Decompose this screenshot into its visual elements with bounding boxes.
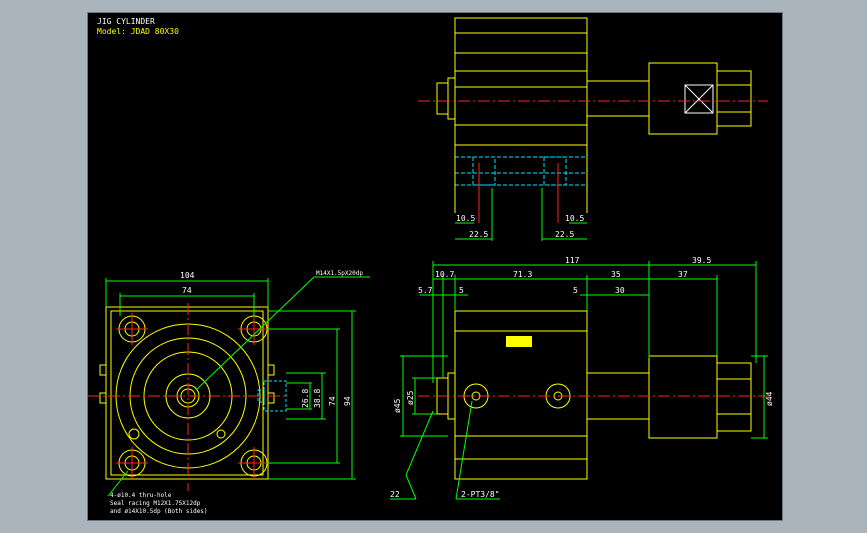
side-dim-5a: 5 [459, 286, 464, 295]
side-dim-22: 22 [390, 490, 400, 499]
top-dim-left-a: 10.5 [456, 214, 475, 223]
drawing-title: JIG CYLINDER [97, 17, 155, 26]
front-dim-height: 94 [343, 396, 352, 406]
top-nut [716, 70, 752, 127]
side-dim-bore: ø45 [393, 398, 402, 413]
top-dim-right-a: 10.5 [565, 214, 584, 223]
side-dim-overall: 117 [565, 256, 580, 265]
side-nameplate [506, 336, 532, 347]
cad-drawing: JIG CYLINDER Model: JDAD 80X30 10.5 10.5… [88, 17, 774, 515]
title-block: JIG CYLINDER Model: JDAD 80X30 [97, 17, 179, 36]
front-callout-holes-1: 4-ø10.4 thru-hole [110, 492, 172, 499]
front-callout-holes-3: and ø14X10.5dp (Both sides) [110, 508, 208, 515]
top-dim-left-b: 22.5 [469, 230, 488, 239]
model-label: Model: JDAD 80X30 [97, 27, 179, 36]
top-dim-right-b: 22.5 [555, 230, 574, 239]
side-view: 117 39.5 10.7 71.3 35 37 5.7 5 5 30 ø45 … [390, 256, 774, 500]
top-rod [586, 80, 650, 117]
side-dim-rod: ø25 [406, 390, 415, 405]
side-dim-71-3: 71.3 [513, 270, 532, 279]
front-dim-width: 104 [180, 271, 195, 280]
side-dim-10-7: 10.7 [435, 270, 454, 279]
side-dim-35: 35 [611, 270, 621, 279]
top-end-cap [436, 82, 449, 115]
front-dim-port-b: 38.8 [313, 389, 322, 408]
side-coupler [648, 355, 718, 439]
cad-viewport[interactable]: JIG CYLINDER Model: JDAD 80X30 10.5 10.5… [87, 12, 783, 521]
side-dim-5-7: 5.7 [418, 286, 433, 295]
front-callout-thread: M14X1.5pX20dp [316, 270, 363, 277]
top-coupler [648, 62, 718, 135]
front-callout-holes-2: Seal racing M12X1.75X12dp [110, 500, 201, 507]
front-dim-bolt-pitch-v: 74 [328, 396, 337, 406]
front-view: 104 74 74 94 26.8 38.8 M14X1.5pX20dp 4-ø… [88, 270, 370, 515]
front-dim-port-a: 26.8 [301, 389, 310, 408]
side-callout-ports: 2-PT3/8" [461, 490, 500, 499]
top-body [454, 17, 588, 146]
side-dim-tip: ø44 [765, 391, 774, 406]
side-dim-rod-ext: 39.5 [692, 256, 711, 265]
side-dim-5b: 5 [573, 286, 578, 295]
top-view: 10.5 10.5 22.5 22.5 [418, 17, 768, 241]
side-nut [716, 362, 752, 432]
side-dim-30: 30 [615, 286, 625, 295]
side-dim-37: 37 [678, 270, 688, 279]
front-dim-bolt-pitch-h: 74 [182, 286, 192, 295]
